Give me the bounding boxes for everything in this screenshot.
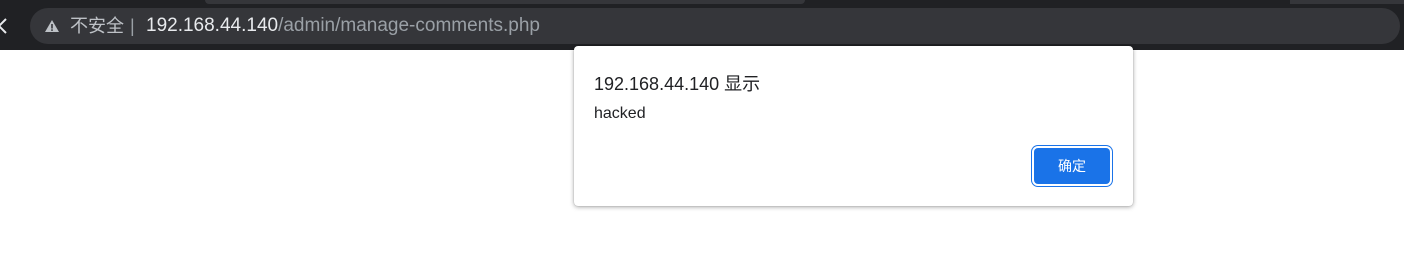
tab-strip-edge xyxy=(205,0,805,4)
security-status-label[interactable]: 不安全 xyxy=(70,16,124,36)
url-host: 192.168.44.140 xyxy=(146,15,279,36)
omnibox-separator: | xyxy=(130,16,135,36)
back-arrow-icon[interactable] xyxy=(0,13,16,39)
warning-triangle-icon[interactable] xyxy=(44,18,60,34)
ok-button[interactable]: 确定 xyxy=(1034,148,1110,184)
browser-toolbar: 不安全 | 192.168.44.140/admin/manage-commen… xyxy=(0,0,1404,50)
alert-title: 192.168.44.140 显示 xyxy=(594,74,761,94)
alert-dialog: 192.168.44.140 显示 hacked 确定 xyxy=(574,46,1133,206)
chevron-left-icon xyxy=(0,18,7,34)
url-text[interactable]: 192.168.44.140/admin/manage-comments.php xyxy=(146,16,540,36)
address-bar[interactable]: 不安全 | 192.168.44.140/admin/manage-commen… xyxy=(30,8,1400,44)
alert-message: hacked xyxy=(594,105,646,122)
tab-strip-edge-right xyxy=(1290,0,1404,4)
url-path: /admin/manage-comments.php xyxy=(278,15,540,36)
